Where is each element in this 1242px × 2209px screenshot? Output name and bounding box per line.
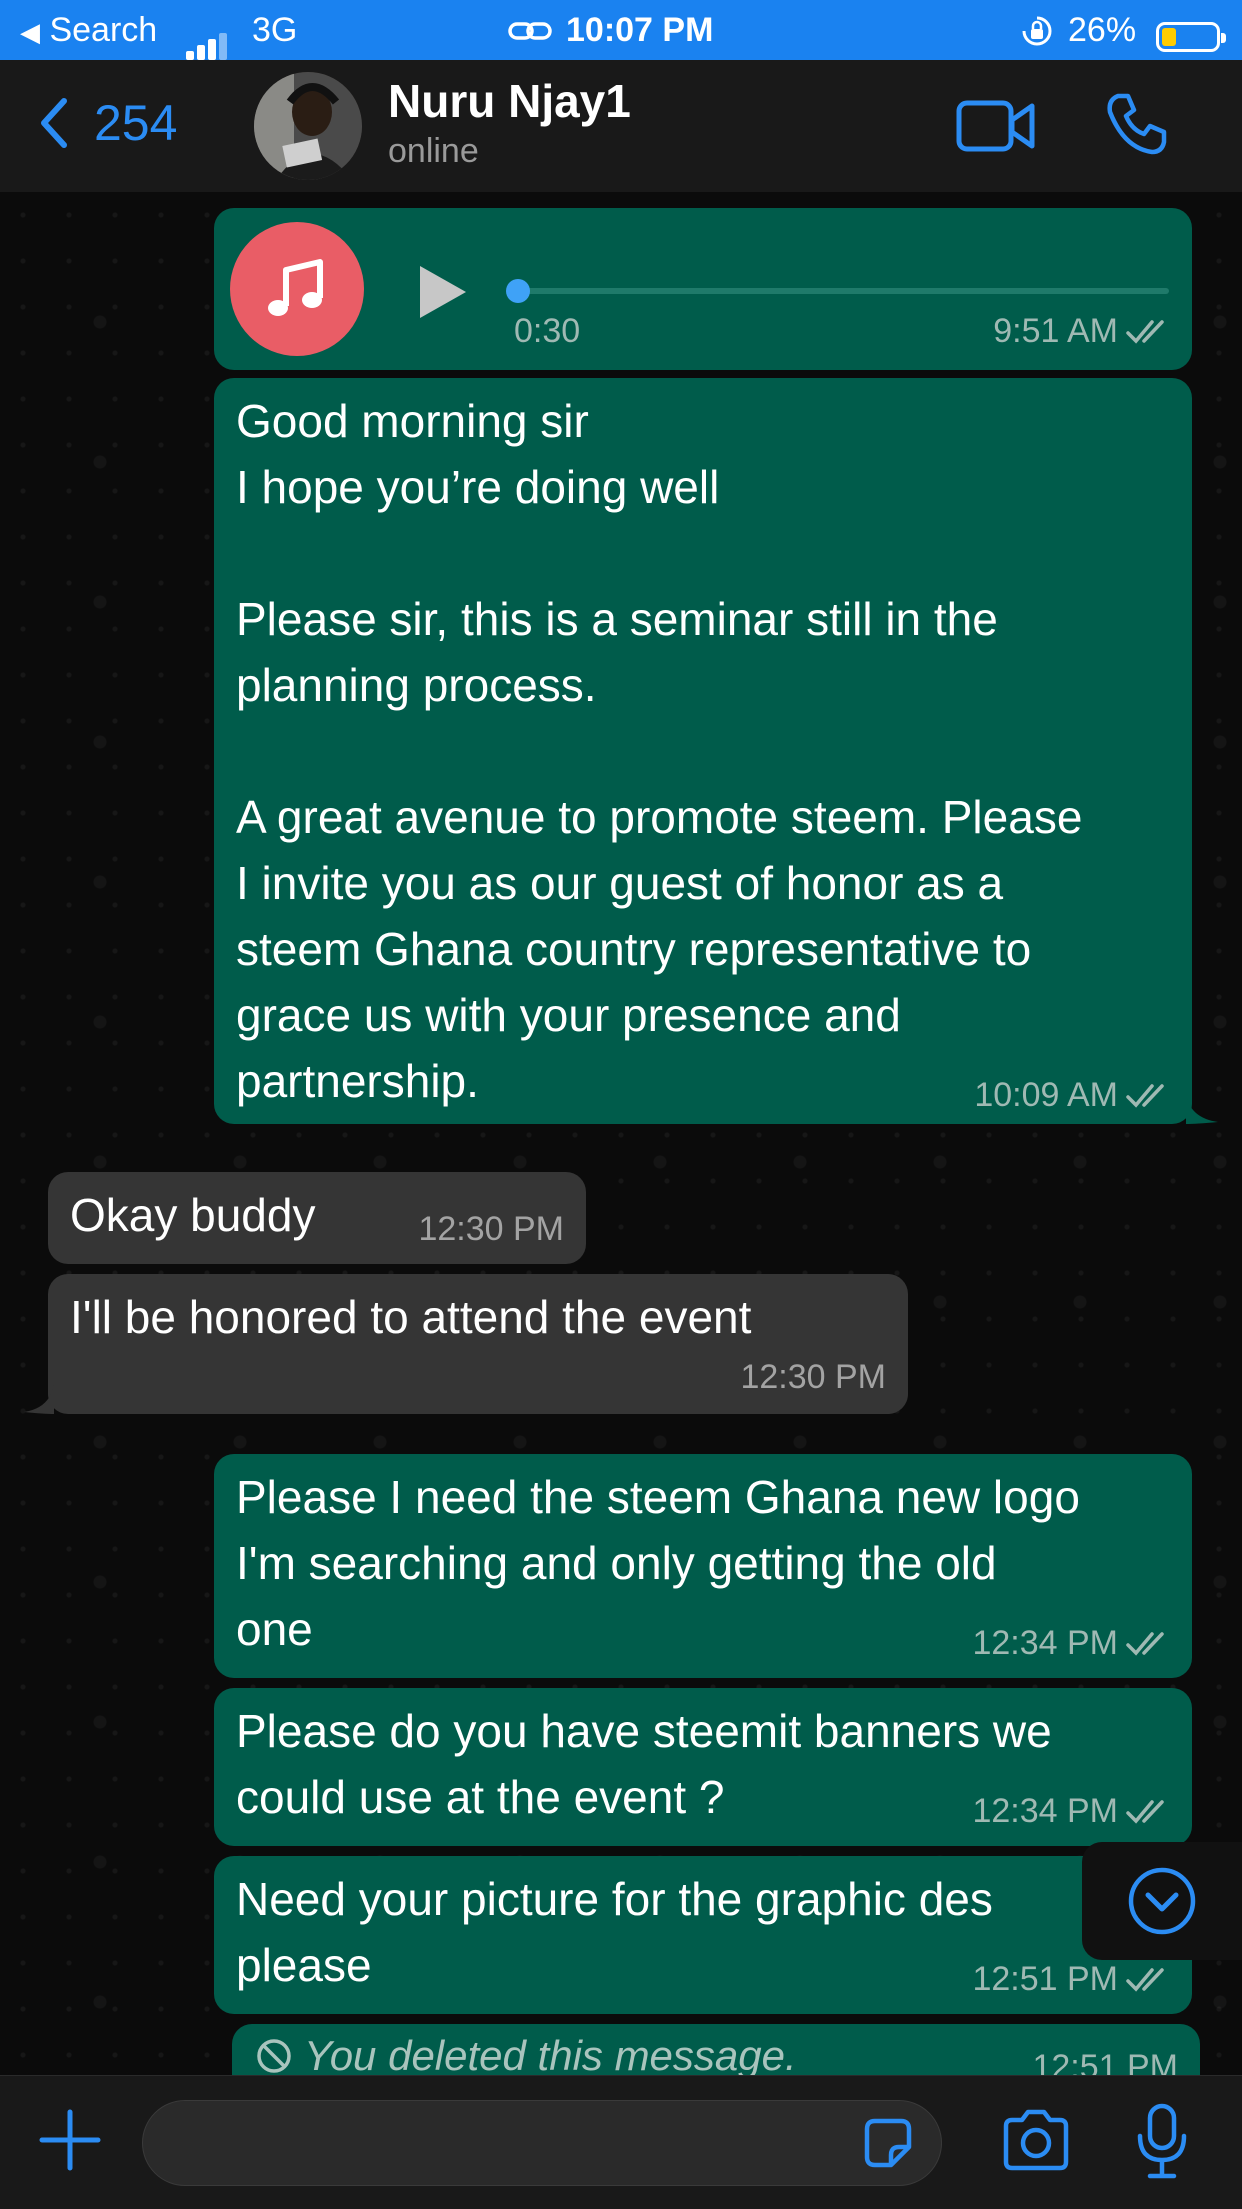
message-bubble[interactable]: Please do you have steemit banners we co… [214,1688,1192,1846]
double-check-icon [1126,1799,1164,1824]
double-check-icon [1126,319,1164,344]
message-timestamp: 12:34 PM [972,1792,1170,1831]
battery-icon [1156,14,1226,56]
message-timestamp: 9:51 AM [993,312,1170,351]
message-bubble[interactable]: I'll be honored to attend the event 12:3… [24,1274,908,1414]
network-type: 3G [252,11,298,49]
message-timestamp: 12:51 PM [1032,2048,1178,2075]
message-text: Please I need the steem Ghana new logo I… [236,1471,1080,1655]
contact-status: online [388,132,479,170]
camera-icon[interactable] [1000,2108,1072,2172]
message-timestamp: 12:34 PM [972,1624,1170,1663]
play-button[interactable] [420,266,466,318]
message-bubble[interactable]: Need your picture for the graphic des pl… [214,1856,1192,2014]
video-call-icon[interactable] [956,98,1036,154]
contact-name[interactable]: Nuru Njay1 [388,74,631,128]
message-input-container[interactable] [142,2100,942,2187]
bubble-tail [24,1384,54,1414]
signal-icon [186,18,230,60]
battery-percent: 26% [1068,11,1137,49]
message-bubble[interactable]: Okay buddy 12:30 PM [48,1172,586,1264]
message-timestamp: 12:51 PM [972,1960,1170,1999]
double-check-icon [1126,1631,1164,1656]
message-input[interactable] [143,2101,815,2187]
avatar-photo [254,72,362,180]
back-button[interactable]: 254 [34,90,177,156]
audio-duration: 0:30 [514,312,581,350]
double-check-icon [1126,1083,1164,1108]
message-text: I'll be honored to attend the event [70,1291,752,1343]
status-bar: ◀ Search 3G 10:07 PM 26% [0,0,1242,60]
back-to-app[interactable]: ◀ Search [20,9,157,53]
deleted-message-text: You deleted this message. [254,2032,797,2075]
message-text: Need your picture for the graphic des pl… [236,1873,993,1991]
message-timestamp: 10:09 AM [974,1076,1170,1115]
audio-message[interactable]: 0:30 9:51 AM [214,208,1192,370]
chevron-left-icon [41,98,67,148]
audio-progress-track[interactable] [506,279,1169,303]
orientation-lock-icon [1020,14,1054,58]
back-triangle-icon: ◀ [20,17,40,47]
chat-header: 254 Nuru Njay1 online [0,60,1242,193]
sticker-icon[interactable] [859,2115,917,2173]
plus-icon[interactable] [36,2106,104,2174]
link-icon [508,14,552,56]
message-timestamp: 12:30 PM [740,1358,886,1396]
message-timestamp: 12:30 PM [418,1210,564,1248]
audio-scrubber[interactable] [506,279,530,303]
clock: 10:07 PM [566,11,714,49]
scroll-to-bottom-button[interactable] [1082,1842,1242,1960]
chat-area[interactable]: 0:30 9:51 AM Good morning sir I hope you… [0,192,1242,2075]
unread-count: 254 [94,95,178,151]
double-check-icon [1126,1967,1164,1992]
deleted-message[interactable]: You deleted this message. 12:51 PM [232,2024,1200,2075]
message-text: Please do you have steemit banners we co… [236,1705,1052,1823]
composer-bar [0,2075,1242,2209]
back-app-label: Search [49,11,158,49]
bubble-tail [1186,1094,1218,1124]
prohibited-icon [257,2039,291,2073]
message-text: Okay buddy [70,1189,316,1241]
microphone-icon[interactable] [1136,2102,1188,2182]
chevron-down-circle-icon [1128,1867,1196,1935]
message-bubble[interactable]: Please I need the steem Ghana new logo I… [214,1454,1192,1678]
message-text: Good morning sir I hope you’re doing wel… [236,395,1083,1107]
music-note-icon [230,222,364,356]
contact-avatar[interactable] [254,72,362,180]
phone-call-icon[interactable] [1104,92,1168,156]
message-bubble[interactable]: Good morning sir I hope you’re doing wel… [214,378,1218,1124]
